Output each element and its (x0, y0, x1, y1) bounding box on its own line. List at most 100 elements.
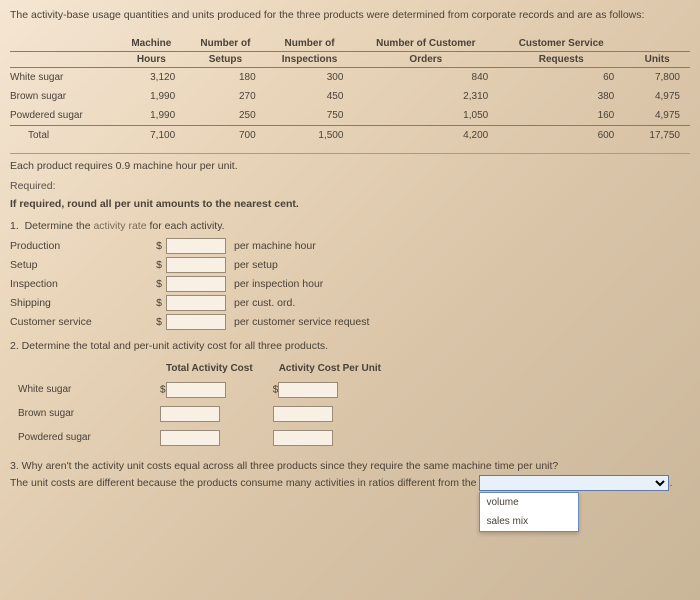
q2-text: 2. Determine the total and per-unit acti… (10, 340, 690, 352)
th-total-cost: Total Activity Cost (154, 360, 265, 377)
th-numinsp: Number of (266, 36, 354, 52)
cost-row-name: Powdered sugar (12, 427, 152, 449)
table-row: Powdered sugar 1,990 250 750 1,050 160 4… (10, 106, 690, 126)
cell: 840 (353, 67, 498, 87)
dropdown-option-salesmix[interactable]: sales mix (480, 512, 578, 531)
cell: 250 (185, 106, 266, 126)
cell: 270 (185, 87, 266, 106)
cell: 180 (185, 67, 266, 87)
th2-units: Units (624, 51, 690, 67)
activity-row: Inspection $ per inspection hour (10, 276, 690, 292)
cell: 2,310 (353, 87, 498, 106)
custservice-rate-input[interactable] (166, 314, 226, 330)
dollar-sign: $ (154, 259, 162, 271)
cost-row: White sugar $ $ (12, 379, 393, 401)
cell: 17,750 (624, 125, 690, 145)
cell (154, 427, 265, 449)
cost-row-name: White sugar (12, 379, 152, 401)
cell (267, 403, 393, 425)
per-label: per cust. ord. (234, 297, 295, 309)
dollar-sign: $ (154, 240, 162, 252)
th-machine: Machine (118, 36, 186, 52)
production-rate-input[interactable] (166, 238, 226, 254)
required-text: If required, round all per unit amounts … (10, 198, 690, 210)
activity-rates: Production $ per machine hour Setup $ pe… (10, 238, 690, 330)
cell: 1,990 (118, 87, 186, 106)
per-label: per customer service request (234, 316, 369, 328)
dollar-sign: $ (154, 316, 162, 328)
activity-name: Customer service (10, 316, 150, 328)
cell: 7,800 (624, 67, 690, 87)
per-label: per inspection hour (234, 278, 323, 290)
th2-insp: Inspections (266, 51, 354, 67)
cell: 1,050 (353, 106, 498, 126)
cell: 4,975 (624, 106, 690, 126)
cell: 380 (498, 87, 624, 106)
th2-hours: Hours (118, 51, 186, 67)
cell: 7,100 (118, 125, 186, 145)
white-perunit-input[interactable] (278, 382, 338, 398)
cell: 700 (185, 125, 266, 145)
cell: 3,120 (118, 67, 186, 87)
required-label: Required: (10, 180, 690, 192)
th2-requests: Requests (498, 51, 624, 67)
dropdown-option-volume[interactable]: volume (480, 493, 578, 512)
brown-perunit-input[interactable] (273, 406, 333, 422)
th2-orders: Orders (353, 51, 498, 67)
q3-line2-text: The unit costs are different because the… (10, 476, 479, 488)
th-blank2 (624, 36, 690, 52)
th-per-unit: Activity Cost Per Unit (267, 360, 393, 377)
inspection-rate-input[interactable] (166, 276, 226, 292)
cell: 1,500 (266, 125, 354, 145)
table-row: Brown sugar 1,990 270 450 2,310 380 4,97… (10, 87, 690, 106)
th-custserv: Customer Service (498, 36, 624, 52)
cell: 450 (266, 87, 354, 106)
dropdown-list: volume sales mix (479, 492, 579, 532)
table-row: White sugar 3,120 180 300 840 60 7,800 (10, 67, 690, 87)
powdered-perunit-input[interactable] (273, 430, 333, 446)
cell: $ (154, 379, 265, 401)
note-text: Each product requires 0.9 machine hour p… (10, 160, 690, 172)
activity-row: Customer service $ per customer service … (10, 314, 690, 330)
setup-rate-input[interactable] (166, 257, 226, 273)
th-numsetups: Number of (185, 36, 266, 52)
powdered-total-input[interactable] (160, 430, 220, 446)
th-blank (10, 36, 118, 52)
per-label: per machine hour (234, 240, 316, 252)
activity-row: Setup $ per setup (10, 257, 690, 273)
white-total-input[interactable] (166, 382, 226, 398)
cell: 4,975 (624, 87, 690, 106)
cell: $ (267, 379, 393, 401)
th-numcust: Number of Customer (353, 36, 498, 52)
usage-table: Machine Number of Number of Number of Cu… (10, 36, 690, 145)
cell: 4,200 (353, 125, 498, 145)
cell: 60 (498, 67, 624, 87)
per-label: per setup (234, 259, 278, 271)
total-row: Total 7,100 700 1,500 4,200 600 17,750 (10, 125, 690, 145)
th-blank (12, 360, 152, 377)
shipping-rate-input[interactable] (166, 295, 226, 311)
cell (267, 427, 393, 449)
cell: 160 (498, 106, 624, 126)
row-name: Powdered sugar (10, 106, 118, 126)
dollar-sign: $ (154, 278, 162, 290)
intro-text: The activity-base usage quantities and u… (10, 8, 690, 24)
brown-total-input[interactable] (160, 406, 220, 422)
cell: 1,990 (118, 106, 186, 126)
q3-line1: 3. Why aren't the activity unit costs eq… (10, 459, 690, 475)
cell (154, 403, 265, 425)
q3-block: 3. Why aren't the activity unit costs eq… (10, 459, 690, 491)
activity-row: Shipping $ per cust. ord. (10, 295, 690, 311)
cell: 300 (266, 67, 354, 87)
divider (10, 153, 690, 154)
th2-blank (10, 51, 118, 67)
activity-name: Shipping (10, 297, 150, 309)
cost-row-name: Brown sugar (12, 403, 152, 425)
activity-row: Production $ per machine hour (10, 238, 690, 254)
row-name: White sugar (10, 67, 118, 87)
q3-line2: The unit costs are different because the… (10, 475, 690, 492)
cost-row: Powdered sugar (12, 427, 393, 449)
costs-table: Total Activity Cost Activity Cost Per Un… (10, 358, 395, 451)
q3-select[interactable] (479, 475, 669, 491)
cell: 600 (498, 125, 624, 145)
